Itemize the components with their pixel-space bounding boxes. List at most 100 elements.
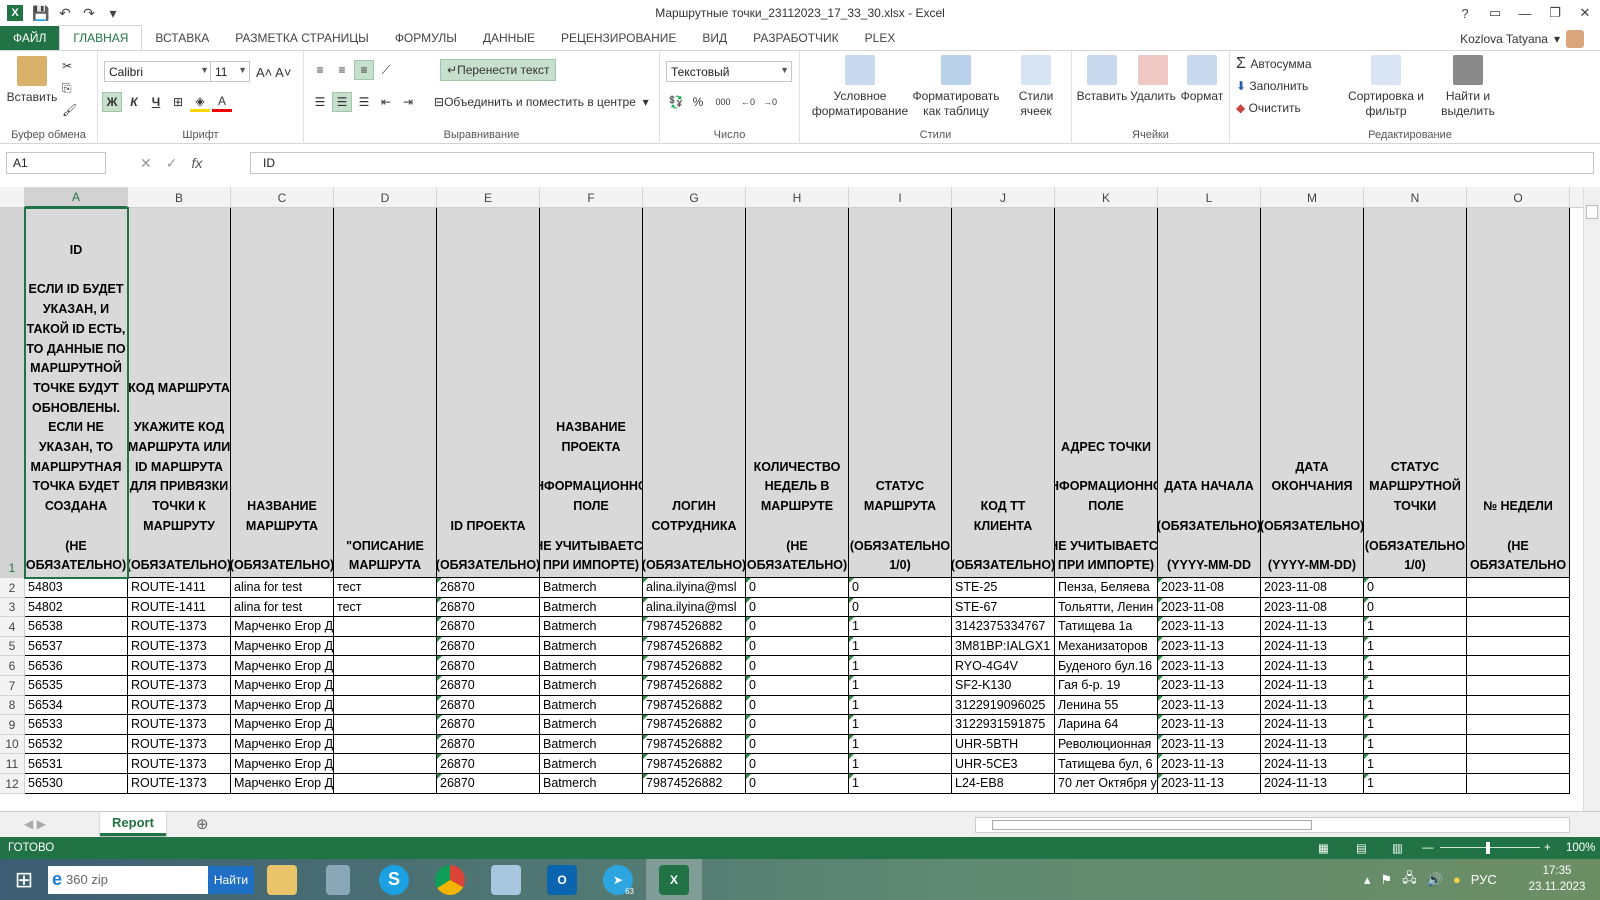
zoom-slider-thumb[interactable] bbox=[1486, 842, 1490, 854]
table-cell[interactable]: 56534 bbox=[25, 695, 128, 716]
table-cell[interactable]: 1 bbox=[1364, 676, 1467, 696]
table-cell[interactable]: 2023-11-13 bbox=[1158, 754, 1261, 774]
fill-color-icon[interactable]: ◈ bbox=[190, 92, 210, 112]
name-box[interactable]: A1 bbox=[6, 152, 106, 174]
table-cell[interactable]: 56531 bbox=[25, 754, 128, 774]
column-header-a[interactable]: A bbox=[25, 187, 128, 208]
taskbar-search-input[interactable]: e 360 zip bbox=[48, 865, 208, 894]
tab-data[interactable]: ДАННЫЕ bbox=[470, 26, 548, 50]
table-cell[interactable]: 2023-11-08 bbox=[1158, 597, 1261, 618]
table-cell[interactable]: Тольятти, Ленин bbox=[1055, 597, 1158, 618]
table-cell[interactable] bbox=[1467, 656, 1570, 676]
fill-button[interactable]: ⬇ Заполнить bbox=[1236, 75, 1308, 97]
table-cell[interactable]: 2023-11-13 bbox=[1158, 636, 1261, 657]
horizontal-scrollbar[interactable] bbox=[975, 817, 1570, 833]
number-format-select[interactable]: Текстовый ▼ bbox=[666, 61, 792, 82]
table-cell[interactable]: 0 bbox=[849, 578, 952, 598]
table-cell[interactable]: Batmerch bbox=[540, 715, 643, 735]
table-cell[interactable]: Batmerch bbox=[540, 617, 643, 637]
table-cell[interactable]: 54803 bbox=[25, 578, 128, 598]
align-center-icon[interactable]: ☰ bbox=[332, 92, 352, 112]
font-color-icon[interactable]: A bbox=[212, 92, 232, 112]
tab-insert[interactable]: ВСТАВКА bbox=[142, 26, 222, 50]
excel-taskbar-icon[interactable]: X bbox=[646, 859, 702, 900]
confirm-icon[interactable]: ✓ bbox=[166, 155, 178, 172]
table-cell[interactable]: 56538 bbox=[25, 617, 128, 637]
table-cell[interactable]: 1 bbox=[849, 734, 952, 755]
help-button[interactable]: ? bbox=[1450, 0, 1480, 26]
find-select-button[interactable]: Найти и выделить bbox=[1430, 55, 1506, 119]
row-header[interactable]: 7 bbox=[0, 676, 25, 696]
header-cell[interactable]: СТАТУС МАРШРУТА (ОБЯЗАТЕЛЬНО 1/0) bbox=[849, 208, 952, 578]
table-cell[interactable] bbox=[334, 774, 437, 794]
align-top-icon[interactable]: ≡ bbox=[310, 60, 330, 80]
table-cell[interactable]: тест bbox=[334, 578, 437, 598]
table-cell[interactable]: ROUTE-1373 bbox=[128, 734, 231, 755]
row-header[interactable]: 5 bbox=[0, 636, 25, 657]
table-cell[interactable]: 2023-11-13 bbox=[1158, 695, 1261, 716]
table-cell[interactable]: 2023-11-13 bbox=[1158, 734, 1261, 755]
file-explorer-icon[interactable] bbox=[254, 859, 310, 900]
outlook-icon[interactable]: O bbox=[534, 859, 590, 900]
skype-icon[interactable]: S bbox=[366, 859, 422, 900]
table-cell[interactable]: 26870 bbox=[437, 676, 540, 696]
table-cell[interactable]: 2023-11-13 bbox=[1158, 774, 1261, 794]
table-cell[interactable]: alina for test bbox=[231, 578, 334, 598]
font-name-select[interactable]: Calibri ▼ bbox=[104, 61, 212, 82]
table-cell[interactable]: 2024-11-13 bbox=[1261, 754, 1364, 774]
table-cell[interactable] bbox=[1467, 636, 1570, 657]
table-cell[interactable]: 0 bbox=[746, 754, 849, 774]
tray-app-icon[interactable]: ● bbox=[1453, 872, 1461, 887]
table-cell[interactable]: Марченко Егор Дмитриевич (798 bbox=[231, 636, 334, 657]
table-cell[interactable]: 1 bbox=[849, 695, 952, 716]
vertical-scroll-thumb[interactable] bbox=[1586, 205, 1598, 219]
table-cell[interactable]: 0 bbox=[746, 656, 849, 676]
table-cell[interactable]: Марченко Егор Дмитриевич (798 bbox=[231, 656, 334, 676]
increase-decimal-icon[interactable]: ←0 bbox=[738, 92, 758, 112]
column-header-k[interactable]: K bbox=[1055, 187, 1158, 208]
notes-icon[interactable] bbox=[478, 859, 534, 900]
table-cell[interactable]: ROUTE-1373 bbox=[128, 656, 231, 676]
table-cell[interactable]: 1 bbox=[849, 774, 952, 794]
table-cell[interactable]: 0 bbox=[746, 617, 849, 637]
tab-home[interactable]: ГЛАВНАЯ bbox=[59, 25, 143, 50]
close-button[interactable]: ✕ bbox=[1570, 0, 1600, 26]
table-cell[interactable]: 1 bbox=[1364, 734, 1467, 755]
table-cell[interactable]: Марченко Егор Дмитриевич (798 bbox=[231, 676, 334, 696]
table-cell[interactable]: alina.ilyina@msl bbox=[643, 597, 746, 618]
row-header[interactable]: 10 bbox=[0, 734, 25, 755]
table-cell[interactable]: 2023-11-08 bbox=[1158, 578, 1261, 598]
table-cell[interactable]: Механизаторов bbox=[1055, 636, 1158, 657]
cut-icon[interactable]: ✂ bbox=[62, 55, 72, 77]
table-cell[interactable]: Batmerch bbox=[540, 734, 643, 755]
underline-button[interactable]: Ч bbox=[146, 92, 166, 112]
align-right-icon[interactable]: ☰ bbox=[354, 92, 374, 112]
table-cell[interactable]: 79874526882 bbox=[643, 774, 746, 794]
conditional-formatting-button[interactable]: Условное форматирование bbox=[812, 55, 908, 119]
table-cell[interactable] bbox=[334, 715, 437, 735]
header-cell[interactable]: АДРЕС ТОЧКИ ИНФОРМАЦИОННОЕ ПОЛЕ (НЕ УЧИТ… bbox=[1055, 208, 1158, 578]
table-cell[interactable] bbox=[334, 734, 437, 755]
table-cell[interactable]: Ленина 55 bbox=[1055, 695, 1158, 716]
table-cell[interactable]: 26870 bbox=[437, 636, 540, 657]
table-cell[interactable] bbox=[334, 695, 437, 716]
bold-button[interactable]: Ж bbox=[102, 92, 122, 112]
table-cell[interactable]: 0 bbox=[1364, 578, 1467, 598]
table-cell[interactable]: Буденого бул.16 bbox=[1055, 656, 1158, 676]
normal-view-icon[interactable]: ▦ bbox=[1318, 841, 1329, 855]
table-cell[interactable]: 1 bbox=[1364, 754, 1467, 774]
insert-function-icon[interactable]: fx bbox=[191, 155, 202, 171]
cancel-icon[interactable]: ✕ bbox=[140, 155, 152, 172]
ribbon-display-button[interactable]: ▭ bbox=[1480, 0, 1510, 26]
zoom-out-icon[interactable]: — bbox=[1422, 842, 1434, 854]
row-header[interactable]: 3 bbox=[0, 597, 25, 618]
align-left-icon[interactable]: ☰ bbox=[310, 92, 330, 112]
table-cell[interactable]: alina for test bbox=[231, 597, 334, 618]
header-cell[interactable]: ЛОГИН СОТРУДНИКА (ОБЯЗАТЕЛЬНО) bbox=[643, 208, 746, 578]
table-cell[interactable]: Ларина 64 bbox=[1055, 715, 1158, 735]
table-cell[interactable] bbox=[334, 656, 437, 676]
table-cell[interactable]: ROUTE-1373 bbox=[128, 676, 231, 696]
table-cell[interactable]: 79874526882 bbox=[643, 656, 746, 676]
table-cell[interactable]: 2024-11-13 bbox=[1261, 774, 1364, 794]
zoom-slider[interactable] bbox=[1440, 847, 1540, 848]
